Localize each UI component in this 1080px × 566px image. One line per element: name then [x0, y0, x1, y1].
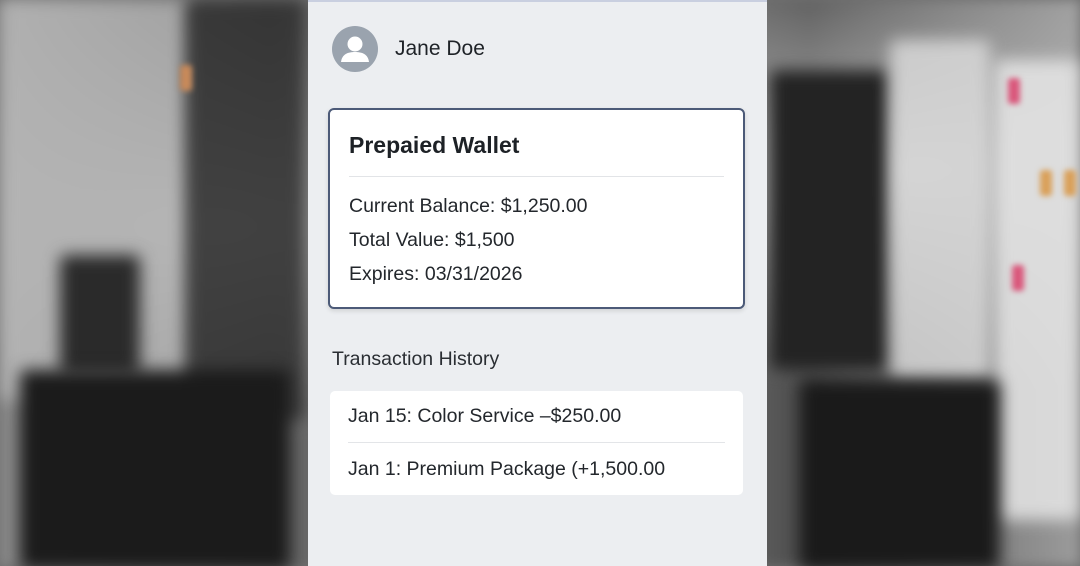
background-product-bottle: [1040, 170, 1052, 196]
transaction-list: Jan 15: Color Service –$250.00 Jan 1: Pr…: [330, 391, 743, 495]
background-salon-chair-right: [800, 380, 1000, 566]
user-name: Jane Doe: [395, 37, 485, 60]
background-salon-chair: [20, 370, 290, 566]
prepaid-wallet-card[interactable]: Prepaied Wallet Current Balance: $1,250.…: [328, 108, 745, 309]
expiry-date: Expires: 03/31/2026: [349, 263, 523, 285]
screen: Jane Doe Prepaied Wallet Current Balance…: [0, 0, 1080, 566]
background-product-bottle: [1012, 265, 1024, 291]
current-balance: Current Balance: $1,250.00: [349, 195, 588, 217]
user-icon[interactable]: [332, 26, 378, 72]
background-product-bottle: [180, 65, 192, 91]
divider: [349, 176, 724, 177]
total-value: Total Value: $1,500: [349, 229, 515, 251]
transaction-item[interactable]: Jan 1: Premium Package (+1,500.00: [348, 458, 665, 481]
background-product-shelf: [995, 60, 1080, 520]
transaction-history-heading: Transaction History: [332, 348, 500, 370]
background-shelf: [185, 0, 305, 420]
background-bottle: [60, 255, 140, 375]
wallet-screen: Jane Doe Prepaied Wallet Current Balance…: [308, 0, 767, 566]
background-wall-right: [890, 40, 990, 380]
background-product-bottle: [1008, 78, 1020, 104]
transaction-item[interactable]: Jan 15: Color Service –$250.00: [348, 405, 621, 428]
background-mirror: [770, 70, 890, 370]
wallet-title: Prepaied Wallet: [349, 132, 520, 158]
divider: [348, 442, 725, 443]
background-product-bottle: [1064, 170, 1076, 196]
user-profile[interactable]: Jane Doe: [332, 26, 485, 72]
